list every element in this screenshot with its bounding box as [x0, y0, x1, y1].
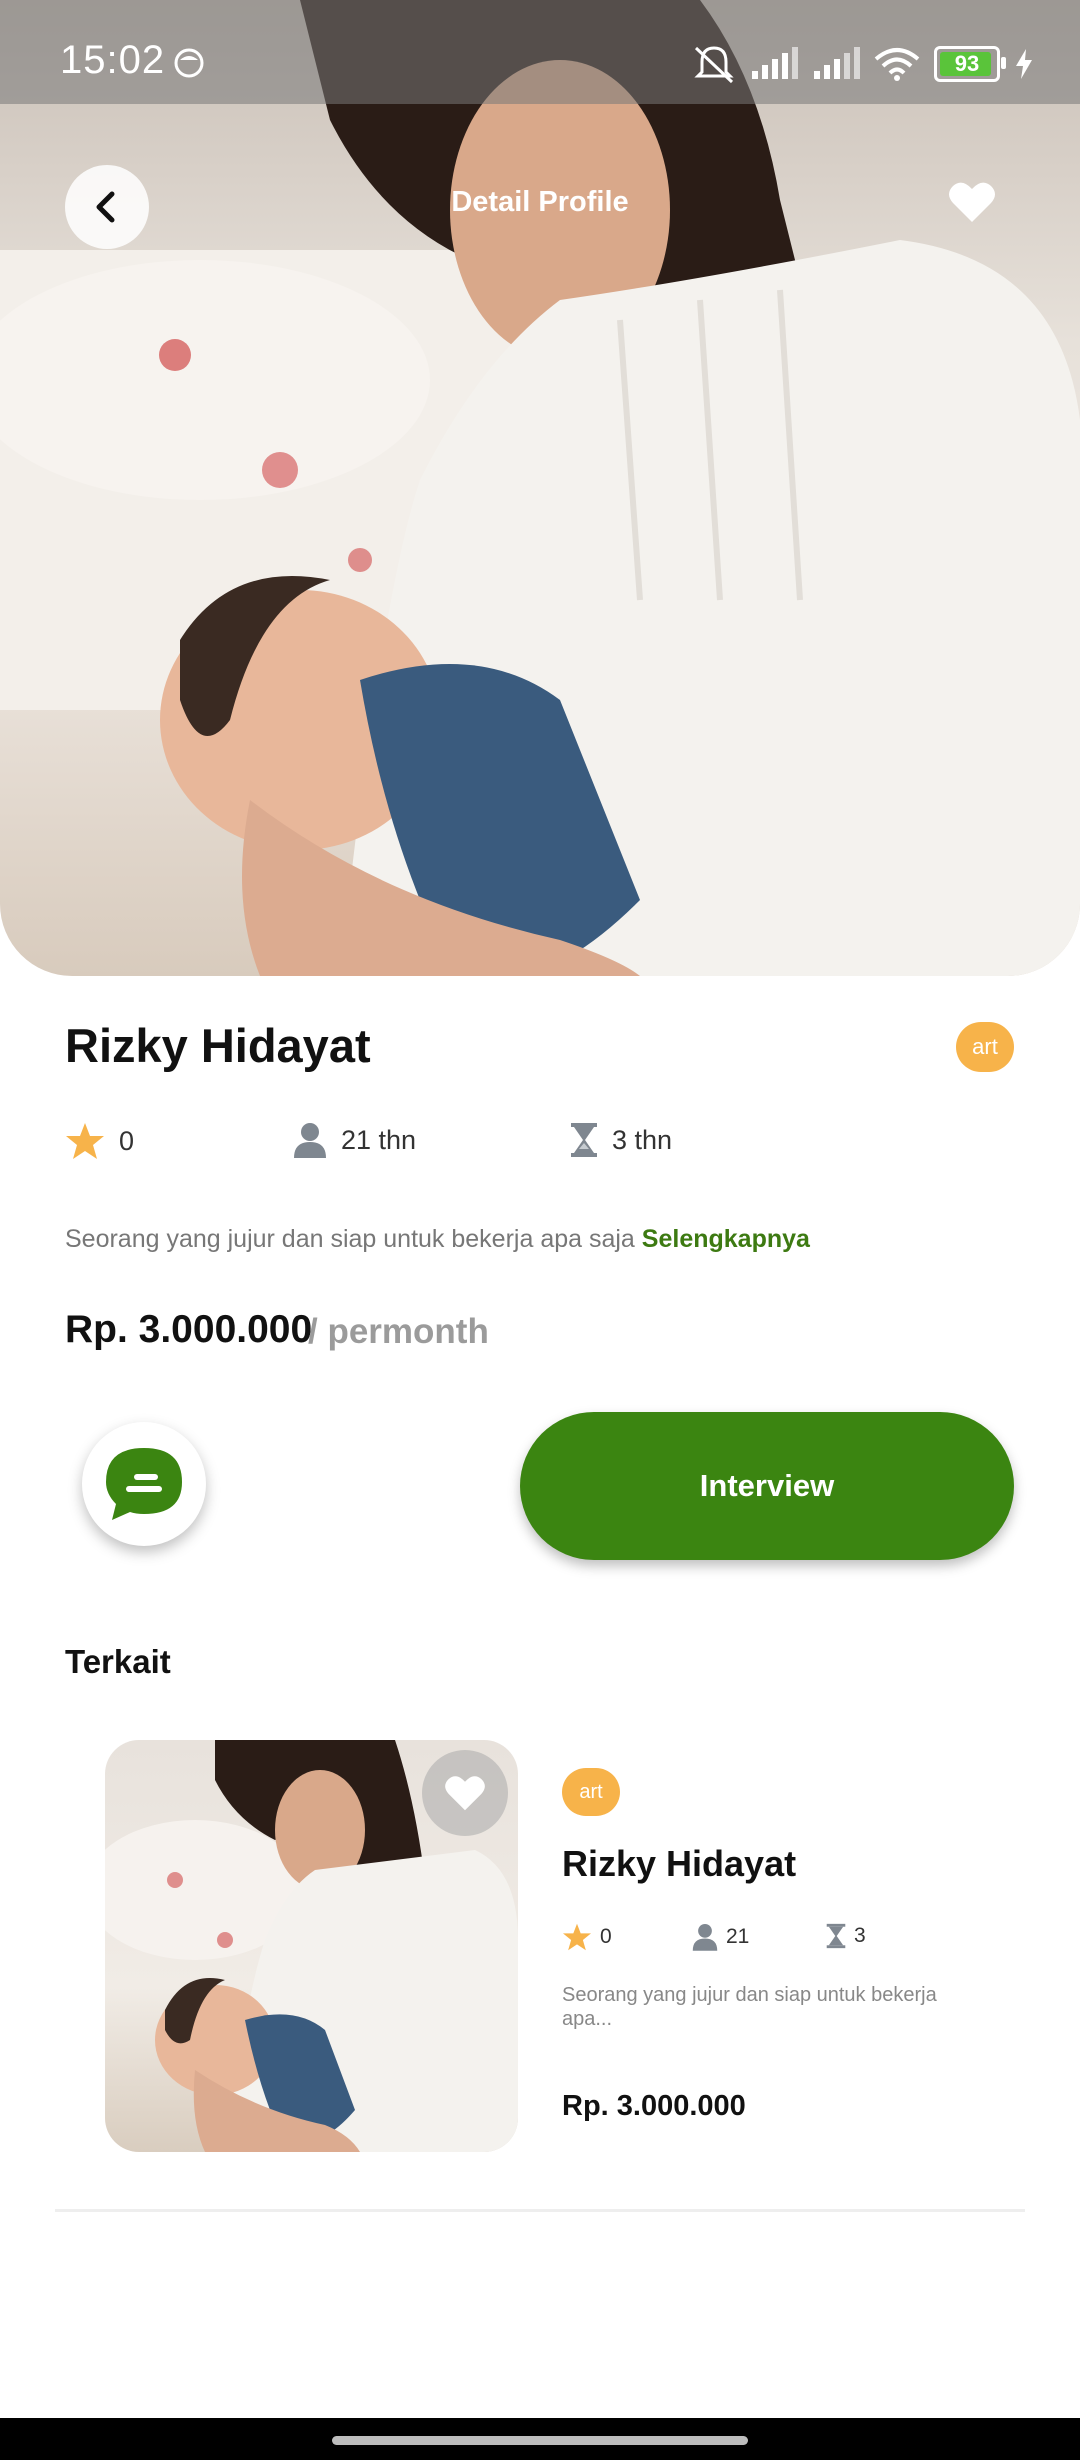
divider	[55, 2209, 1025, 2212]
battery-level: 93	[954, 51, 980, 76]
experience-value: 3 thn	[612, 1124, 673, 1155]
description-text: Seorang yang jujur dan siap untuk bekerj…	[65, 1225, 635, 1253]
related-experience-stat: 3	[826, 1923, 866, 1949]
notification-face-icon	[174, 48, 204, 78]
related-category-badge: art	[562, 1768, 620, 1816]
hourglass-icon	[571, 1123, 597, 1157]
profile-description: Seorang yang jujur dan siap untuk bekerj…	[65, 1225, 810, 1254]
star-icon	[563, 1923, 591, 1951]
page-title: Detail Profile	[451, 186, 629, 218]
age-value: 21 thn	[341, 1124, 417, 1155]
price-unit: / permonth	[308, 1312, 489, 1351]
status-bar: 15:02 93	[0, 0, 1080, 104]
related-section-title: Terkait	[65, 1643, 171, 1680]
hero-photo: 15:02 93 Detail Profile	[0, 0, 1080, 976]
wifi-icon	[874, 48, 920, 81]
related-price: Rp. 3.000.000	[562, 2090, 746, 2122]
related-rating-value: 0	[600, 1925, 612, 1948]
age-stat: 21 thn	[293, 1122, 416, 1158]
related-age-stat: 21	[692, 1923, 749, 1951]
heart-icon	[949, 182, 995, 222]
chat-button[interactable]	[82, 1422, 206, 1546]
related-profile-name[interactable]: Rizky Hidayat	[562, 1843, 796, 1885]
profile-name: Rizky Hidayat	[65, 1019, 371, 1072]
price-value: Rp. 3.000.000	[65, 1308, 313, 1351]
related-experience-value: 3	[854, 1924, 866, 1947]
silent-bell-icon	[694, 46, 734, 84]
chat-bubble-icon	[106, 1448, 182, 1520]
rating-stat: 0	[65, 1122, 134, 1160]
person-icon	[692, 1924, 718, 1951]
profile-photo	[0, 0, 1080, 976]
star-icon	[66, 1123, 104, 1159]
category-badge: art	[956, 1022, 1014, 1072]
battery-indicator: 93	[934, 46, 1006, 82]
experience-stat: 3 thn	[570, 1122, 672, 1158]
interview-button[interactable]: Interview	[520, 1412, 1014, 1560]
status-time: 15:02	[60, 38, 166, 82]
related-rating-stat: 0	[562, 1923, 612, 1951]
favorite-button[interactable]	[948, 180, 996, 229]
hourglass-icon	[826, 1923, 846, 1949]
charging-icon	[1016, 49, 1032, 79]
signal-icon-2	[814, 47, 860, 79]
home-gesture-handle[interactable]	[332, 2436, 748, 2445]
signal-icon	[752, 47, 798, 79]
related-favorite-button[interactable]	[422, 1750, 508, 1836]
read-more-link[interactable]: Selengkapnya	[642, 1225, 810, 1253]
related-description: Seorang yang jujur dan siap untuk bekerj…	[562, 1984, 937, 2030]
rating-value: 0	[119, 1125, 135, 1156]
related-age-value: 21	[726, 1925, 750, 1948]
heart-icon	[445, 1776, 485, 1811]
person-icon	[294, 1123, 326, 1158]
